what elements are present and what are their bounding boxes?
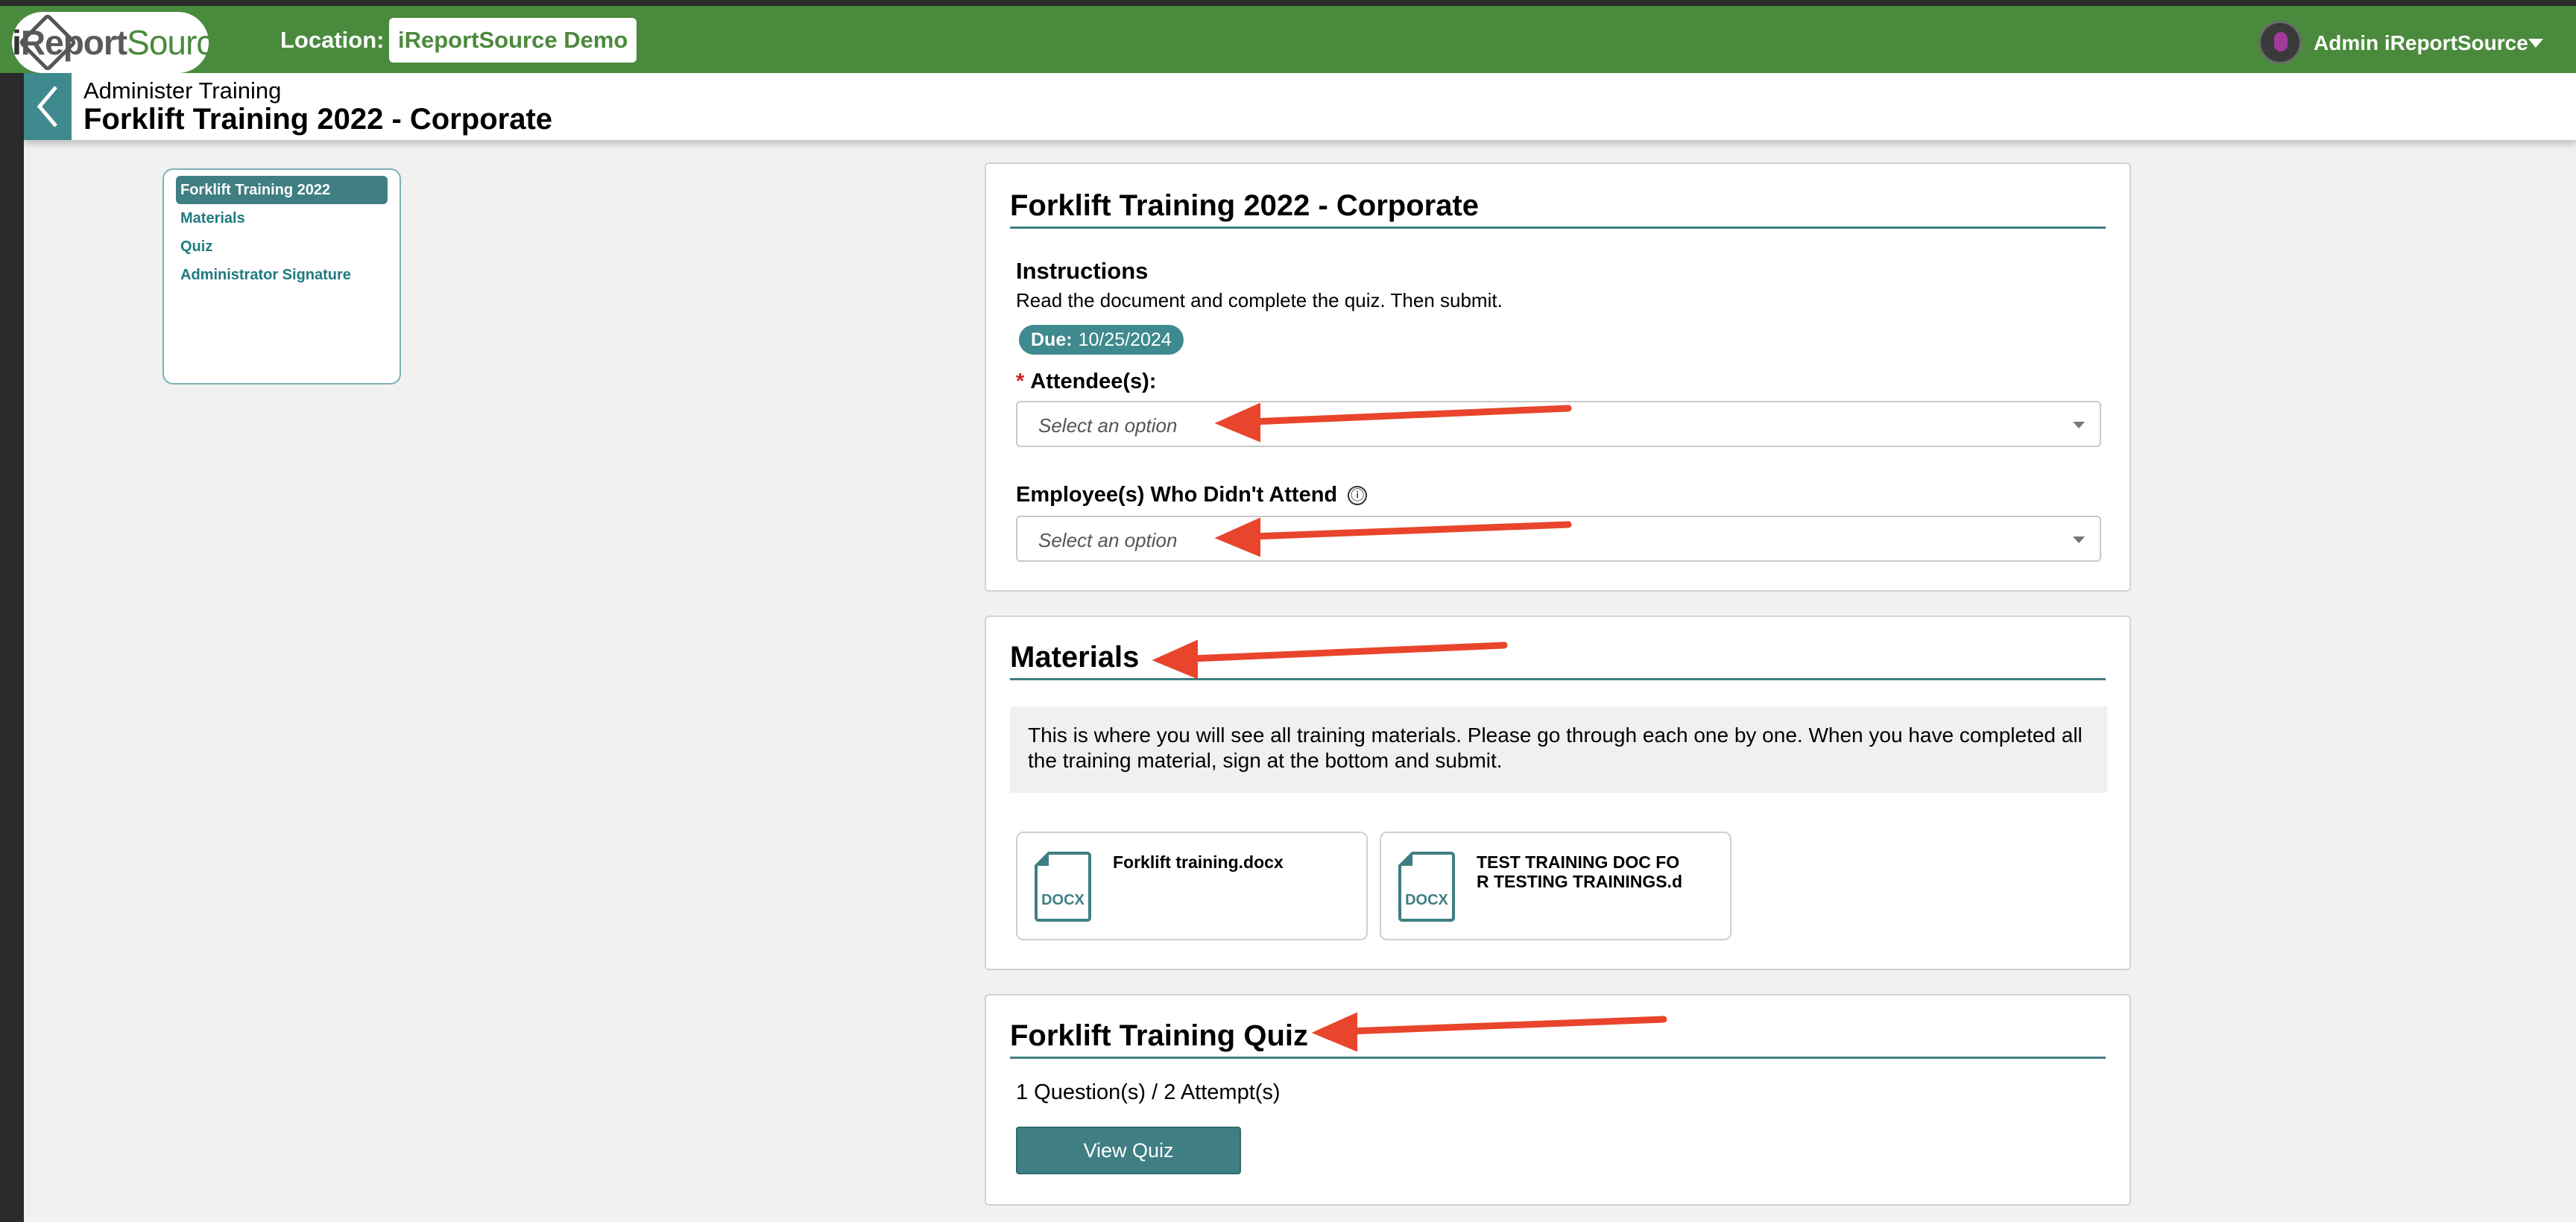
window-edge	[0, 0, 24, 1222]
required-marker: *	[1016, 370, 1025, 393]
attendees-select[interactable]: Select an option	[1016, 401, 2101, 447]
nav-item-quiz[interactable]: Quiz	[176, 232, 388, 261]
nav-item-admin-signature[interactable]: Administrator Signature	[176, 261, 388, 289]
back-button[interactable]	[24, 73, 72, 140]
divider	[1010, 1057, 2106, 1059]
material-file-card[interactable]: DOCX TEST TRAINING DOC FOR TESTING TRAIN…	[1380, 832, 1731, 940]
page-titlebar: Administer Training Forklift Training 20…	[24, 73, 2576, 140]
divider	[1010, 227, 2106, 229]
chevron-left-icon	[37, 86, 57, 127]
dropdown-caret-icon	[2073, 536, 2085, 543]
nav-item-materials[interactable]: Materials	[176, 204, 388, 232]
absent-employees-label: Employee(s) Who Didn't Attend ⓘ	[1016, 483, 1368, 507]
caret-down-icon[interactable]	[2528, 39, 2543, 48]
ireportsource-logo[interactable]: iReportSource	[12, 12, 232, 73]
section-nav: Forklift Training 2022 Materials Quiz Ad…	[162, 168, 401, 384]
user-menu-name[interactable]: Admin iReportSource	[2314, 31, 2528, 55]
attendees-label: * Attendee(s):	[1016, 370, 1157, 393]
material-file-name: Forklift training.docx	[1113, 852, 1284, 872]
due-date: 10/25/2024	[1078, 329, 1172, 350]
page-title: Forklift Training 2022 - Corporate	[83, 103, 553, 136]
absent-employees-select[interactable]: Select an option	[1016, 516, 2101, 562]
user-avatar[interactable]	[2258, 21, 2302, 64]
location-label: Location:	[280, 27, 385, 53]
materials-title: Materials	[1010, 641, 1140, 674]
quiz-meta: 1 Question(s) / 2 Attempt(s)	[1016, 1080, 1281, 1104]
nav-item-training[interactable]: Forklift Training 2022	[176, 176, 388, 204]
file-type-label: DOCX	[1405, 892, 1448, 908]
training-details-card: Forklift Training 2022 - Corporate Instr…	[985, 162, 2131, 592]
material-file-name: TEST TRAINING DOC FOR TESTING TRAININGS.…	[1477, 852, 1682, 891]
training-card-title: Forklift Training 2022 - Corporate	[1010, 189, 1480, 222]
materials-description: This is where you will see all training …	[1010, 706, 2107, 793]
view-quiz-button[interactable]: View Quiz	[1016, 1127, 1241, 1174]
breadcrumb[interactable]: Administer Training	[83, 77, 281, 104]
attendees-placeholder: Select an option	[1038, 414, 1178, 437]
materials-card: Materials This is where you will see all…	[985, 615, 2131, 970]
due-date-badge: Due: 10/25/2024	[1019, 325, 1184, 355]
top-header: iReportSource Location: iReportSource De…	[0, 0, 2576, 73]
file-type-label: DOCX	[1041, 892, 1085, 908]
absent-placeholder: Select an option	[1038, 529, 1178, 551]
material-file-card[interactable]: DOCX Forklift training.docx	[1016, 832, 1368, 940]
docx-file-icon: DOCX	[1398, 852, 1455, 922]
quiz-title: Forklift Training Quiz	[1010, 1019, 1308, 1052]
instructions-heading: Instructions	[1016, 258, 1149, 284]
docx-file-icon: DOCX	[1035, 852, 1091, 922]
location-selector[interactable]: iReportSource Demo	[389, 18, 637, 63]
divider	[1010, 678, 2106, 680]
dropdown-caret-icon	[2073, 422, 2085, 428]
info-icon[interactable]: ⓘ	[1348, 486, 1368, 505]
due-label: Due:	[1031, 329, 1073, 350]
instructions-text: Read the document and complete the quiz.…	[1016, 289, 1503, 311]
quiz-card: Forklift Training Quiz 1 Question(s) / 2…	[985, 994, 2131, 1206]
